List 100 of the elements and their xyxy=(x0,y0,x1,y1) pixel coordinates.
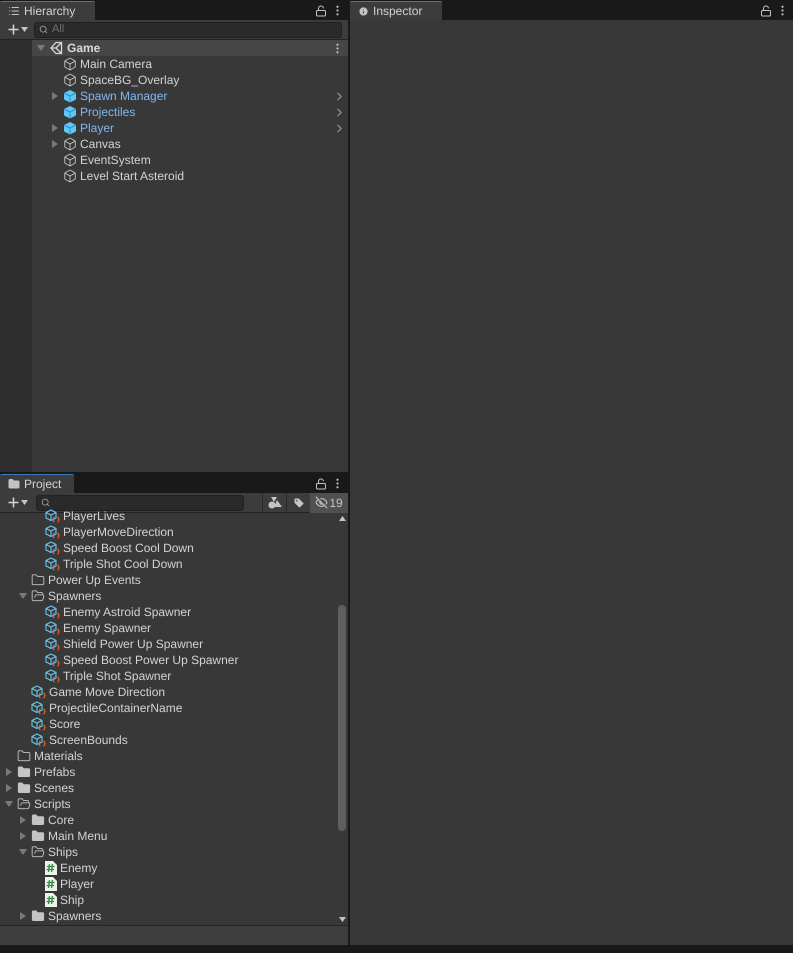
info-icon xyxy=(358,6,369,16)
folder-icon xyxy=(17,797,31,811)
cube-icon xyxy=(63,169,77,183)
scriptable-cube-icon xyxy=(31,684,46,700)
panel-tab[interactable]: Project xyxy=(0,474,74,493)
scriptable-cube-icon xyxy=(45,636,60,652)
tree-item[interactable]: Enemy Spawner xyxy=(63,619,152,637)
scene-name[interactable]: Game xyxy=(67,39,100,57)
folder-icon xyxy=(31,573,45,587)
tree-item[interactable]: Scripts xyxy=(34,795,71,813)
scriptable-cube-icon xyxy=(45,524,60,540)
hidden-packages-button[interactable]: 19 xyxy=(310,492,348,512)
plus-icon xyxy=(6,22,21,37)
tree-item[interactable]: EventSystem xyxy=(80,151,151,169)
lock-icon[interactable] xyxy=(315,4,327,16)
tree-item[interactable]: SpaceBG_Overlay xyxy=(80,71,180,89)
lock-icon[interactable] xyxy=(315,478,327,490)
tree-item[interactable]: Scenes xyxy=(34,779,74,797)
dropdown-caret-icon xyxy=(21,27,28,32)
cube-icon xyxy=(63,89,77,103)
search-field[interactable] xyxy=(36,494,244,510)
tree-item[interactable]: Player xyxy=(80,119,114,137)
folder-icon xyxy=(31,845,45,859)
tree-item[interactable]: Main Menu xyxy=(48,827,108,845)
panel-tab[interactable]: Hierarchy xyxy=(0,1,95,20)
tree-item[interactable]: Score xyxy=(49,715,80,733)
scrollbar-thumb[interactable] xyxy=(338,605,346,831)
scriptable-cube-icon xyxy=(31,700,46,716)
tree-item[interactable]: Ships xyxy=(48,843,78,861)
tree-item[interactable]: Enemy Astroid Spawner xyxy=(63,603,192,621)
eye-slash-icon xyxy=(315,496,328,509)
tree-item[interactable]: Enemy xyxy=(60,859,98,877)
tree-item[interactable]: PlayerMoveDirection xyxy=(63,523,174,541)
folder-icon xyxy=(17,781,31,795)
folder-icon xyxy=(31,589,45,603)
folder-icon xyxy=(8,478,20,490)
tree-item[interactable]: Triple Shot Cool Down xyxy=(63,555,183,573)
scriptable-cube-icon xyxy=(45,508,60,524)
collapsed-arrow-icon[interactable] xyxy=(51,92,59,100)
panel-tab[interactable]: Inspector xyxy=(350,1,442,20)
search-icon xyxy=(39,25,48,34)
folder-icon xyxy=(17,765,31,779)
script-file-icon xyxy=(45,861,57,875)
script-file-icon xyxy=(45,893,57,907)
tree-item[interactable]: Game Move Direction xyxy=(49,683,166,701)
scroll-up-icon[interactable] xyxy=(338,516,346,521)
tree-item[interactable]: ScreenBounds xyxy=(49,731,128,749)
folder-icon xyxy=(17,749,31,763)
scriptable-cube-icon xyxy=(45,652,60,668)
scriptable-cube-icon xyxy=(45,620,60,636)
tree-item[interactable]: Prefabs xyxy=(34,763,76,781)
script-file-icon xyxy=(45,877,57,891)
scriptable-cube-icon xyxy=(45,556,60,572)
plus-icon xyxy=(6,495,21,510)
tree-item[interactable]: Speed Boost Power Up Spawner xyxy=(63,651,238,669)
scriptable-cube-icon xyxy=(45,668,60,684)
cube-icon xyxy=(63,137,77,151)
tree-item[interactable]: Speed Boost Cool Down xyxy=(63,539,194,557)
scriptable-cube-icon xyxy=(45,604,60,620)
tree-item[interactable]: Materials xyxy=(34,747,83,765)
cube-icon xyxy=(63,105,77,119)
tag-icon xyxy=(292,496,304,508)
tree-item[interactable]: Core xyxy=(48,811,74,829)
shapes-icon xyxy=(268,496,282,508)
cube-icon xyxy=(63,153,77,167)
tree-item[interactable]: PlayerLives xyxy=(63,508,126,525)
scriptable-cube-icon xyxy=(31,732,46,748)
expanded-arrow-icon[interactable] xyxy=(5,800,13,808)
create-button[interactable] xyxy=(6,22,28,37)
expanded-arrow-icon[interactable] xyxy=(19,848,27,856)
tree-item[interactable]: Spawners xyxy=(48,587,102,605)
tree-item[interactable]: Spawn Manager xyxy=(80,87,168,105)
collapsed-arrow-icon[interactable] xyxy=(19,912,27,920)
scriptable-cube-icon xyxy=(45,540,60,556)
tree-item[interactable]: Player xyxy=(60,875,94,893)
lock-icon[interactable] xyxy=(760,4,772,16)
dropdown-caret-icon xyxy=(21,500,28,505)
folder-icon xyxy=(31,909,45,923)
tree-item[interactable]: Ship xyxy=(60,891,84,909)
tree-item[interactable]: Shield Power Up Spawner xyxy=(63,635,204,653)
folder-icon xyxy=(31,829,45,843)
cube-icon xyxy=(63,57,77,71)
tree-item[interactable]: Power Up Events xyxy=(48,571,141,589)
tree-item[interactable]: Level Start Asteroid xyxy=(80,167,184,185)
expanded-arrow-icon[interactable] xyxy=(37,44,45,52)
scriptable-cube-icon xyxy=(31,716,46,732)
folder-icon xyxy=(31,813,45,827)
tree-item[interactable]: ProjectileContainerName xyxy=(49,699,182,717)
tree-item[interactable]: Canvas xyxy=(80,135,121,153)
expanded-arrow-icon[interactable] xyxy=(19,592,27,600)
tree-item[interactable]: Spawners xyxy=(48,907,102,925)
cube-icon xyxy=(63,121,77,135)
tree-item[interactable]: Main Camera xyxy=(80,55,152,73)
tree-item[interactable]: Projectiles xyxy=(80,103,136,121)
search-icon xyxy=(41,498,50,507)
create-button[interactable] xyxy=(6,495,28,510)
unity-logo-icon xyxy=(49,41,63,55)
scroll-down-icon[interactable] xyxy=(338,917,346,922)
cube-icon xyxy=(63,73,77,87)
tree-item[interactable]: Triple Shot Spawner xyxy=(63,667,172,685)
